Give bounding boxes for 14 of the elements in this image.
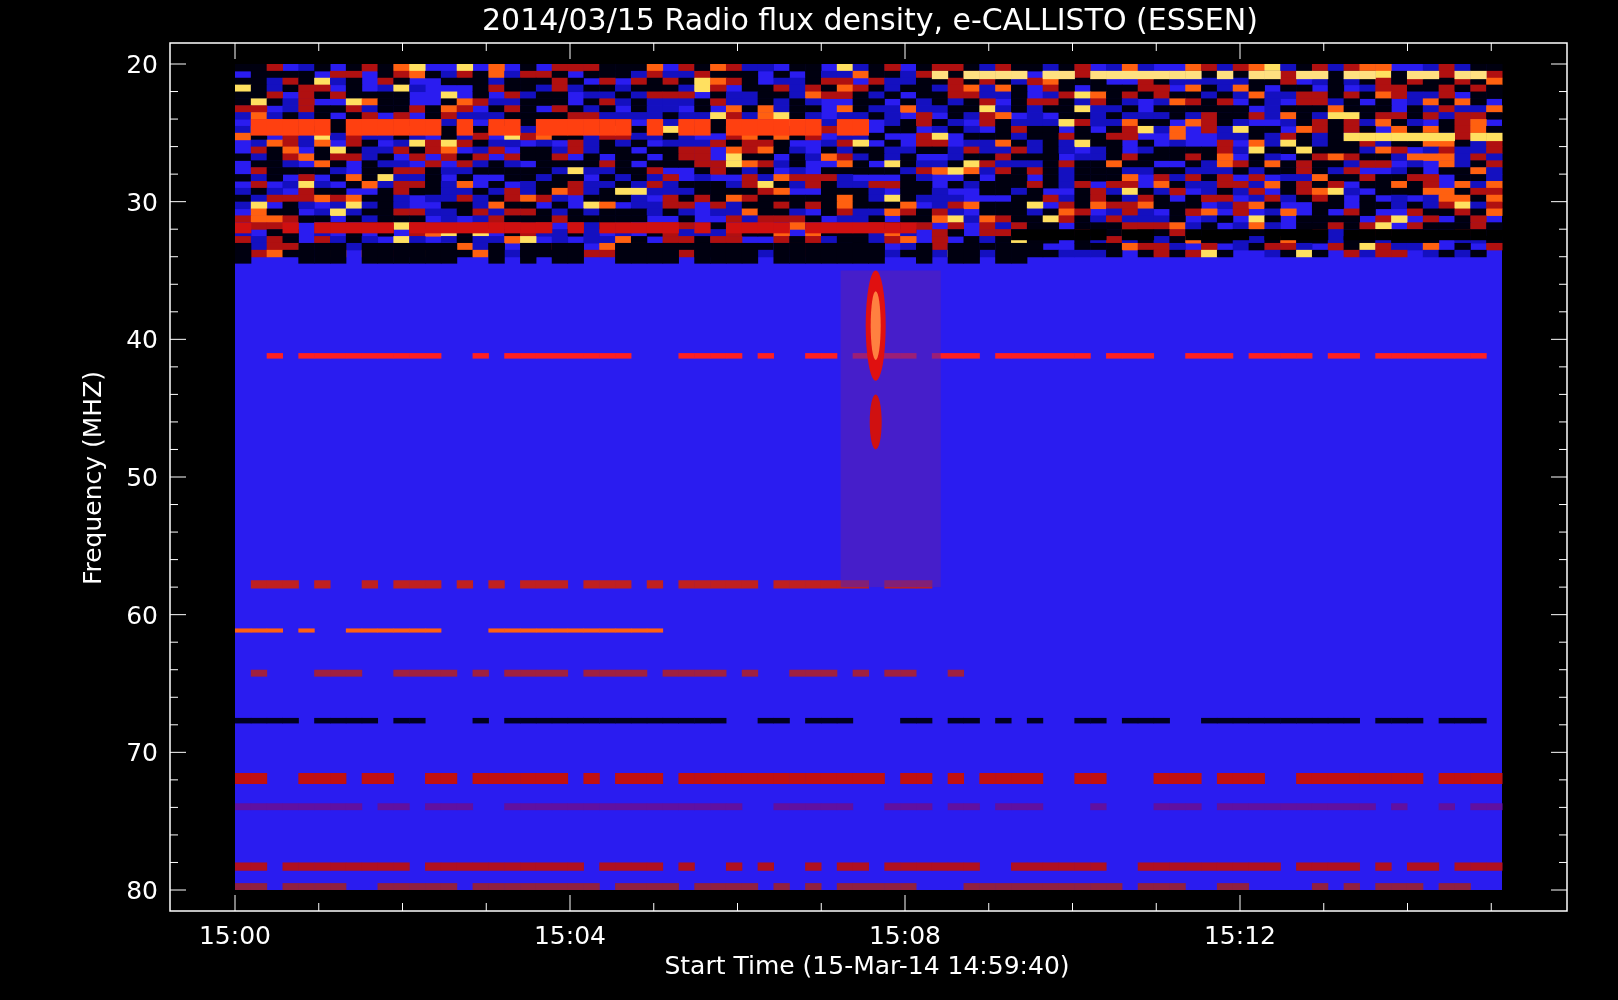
x-tick-label: 15:04 <box>534 921 606 950</box>
y-tick-label: 70 <box>126 738 158 768</box>
y-tick-label: 20 <box>126 50 158 79</box>
y-tick-label: 30 <box>126 187 158 217</box>
y-tick-label: 40 <box>126 325 158 355</box>
y-tick-label: 80 <box>126 876 158 905</box>
x-tick-label: 15:00 <box>199 921 271 950</box>
y-tick-label: 60 <box>126 600 158 630</box>
x-axis-title: Start Time (15-Mar-14 14:59:40) <box>664 951 1070 980</box>
y-axis-title: Frequency (MHZ) <box>78 370 107 586</box>
x-tick-label: 15:12 <box>1204 921 1276 950</box>
chart-title: 2014/03/15 Radio flux density, e-CALLISTO (ESSEN) <box>482 2 1258 37</box>
y-tick-label: 50 <box>126 463 158 492</box>
x-tick-label: 15:08 <box>869 921 941 950</box>
